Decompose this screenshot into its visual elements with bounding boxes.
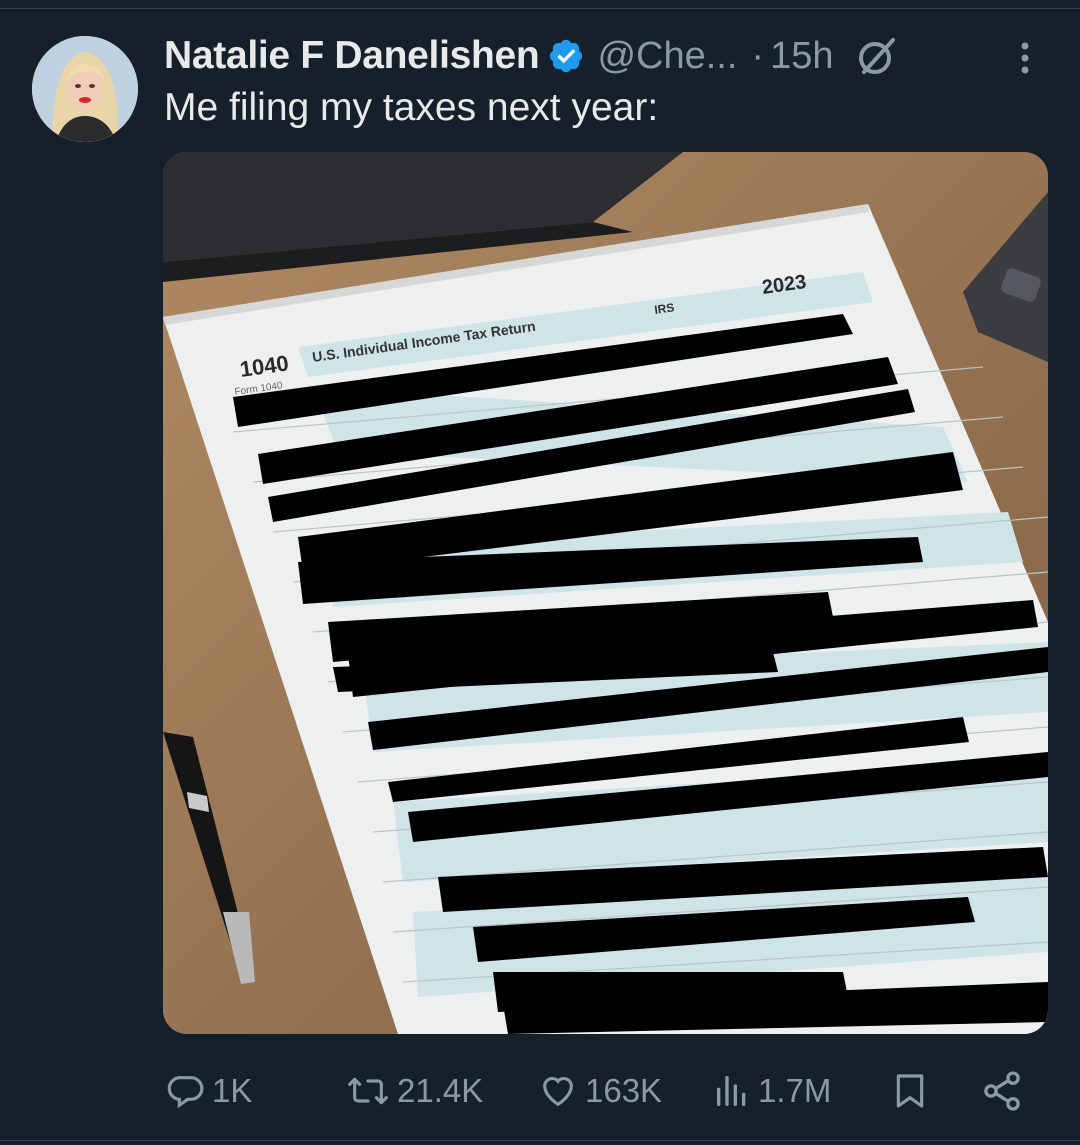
avatar[interactable]: [32, 36, 138, 142]
more-icon[interactable]: [1010, 38, 1040, 78]
reply-button[interactable]: 1K: [166, 1058, 252, 1124]
tweet-media[interactable]: 2023 1040 U.S. Individual Income Tax Ret…: [163, 152, 1048, 1034]
author-name[interactable]: Natalie F Danelishen: [164, 34, 540, 78]
like-button[interactable]: 163K: [537, 1058, 662, 1124]
tweet-header: Natalie F Danelishen @Che... · 15h: [164, 28, 899, 84]
share-button[interactable]: [980, 1058, 1024, 1124]
like-icon: [543, 1076, 573, 1107]
tweet-text: Me filing my taxes next year:: [164, 86, 659, 129]
author-handle[interactable]: @Che...: [597, 35, 737, 78]
timestamp[interactable]: 15h: [770, 35, 833, 78]
tax-form-image: 2023 1040 U.S. Individual Income Tax Ret…: [163, 152, 1048, 1034]
reply-count: 1K: [212, 1072, 253, 1109]
avatar-image: [32, 36, 138, 142]
view-count: 1.7M: [758, 1072, 832, 1109]
top-divider: [0, 8, 1080, 9]
bookmark-icon: [896, 1074, 924, 1108]
share-icon: [984, 1071, 1020, 1111]
form-agency: IRS: [653, 300, 675, 317]
repost-button[interactable]: 21.4K: [345, 1058, 483, 1124]
like-count: 163K: [585, 1072, 663, 1109]
views-icon: [717, 1076, 746, 1106]
grok-icon[interactable]: [855, 34, 899, 78]
repost-count: 21.4K: [397, 1072, 484, 1109]
reply-icon: [167, 1076, 204, 1109]
separator-dot: ·: [751, 34, 765, 77]
bottom-divider: [0, 1140, 1080, 1141]
views-button[interactable]: 1.7M: [712, 1058, 831, 1124]
bookmark-button[interactable]: [890, 1058, 930, 1124]
action-bar: 1K 21.4K 163K 1.7M: [0, 1058, 1080, 1124]
verified-badge-icon: [550, 39, 583, 73]
repost-icon: [348, 1077, 388, 1105]
